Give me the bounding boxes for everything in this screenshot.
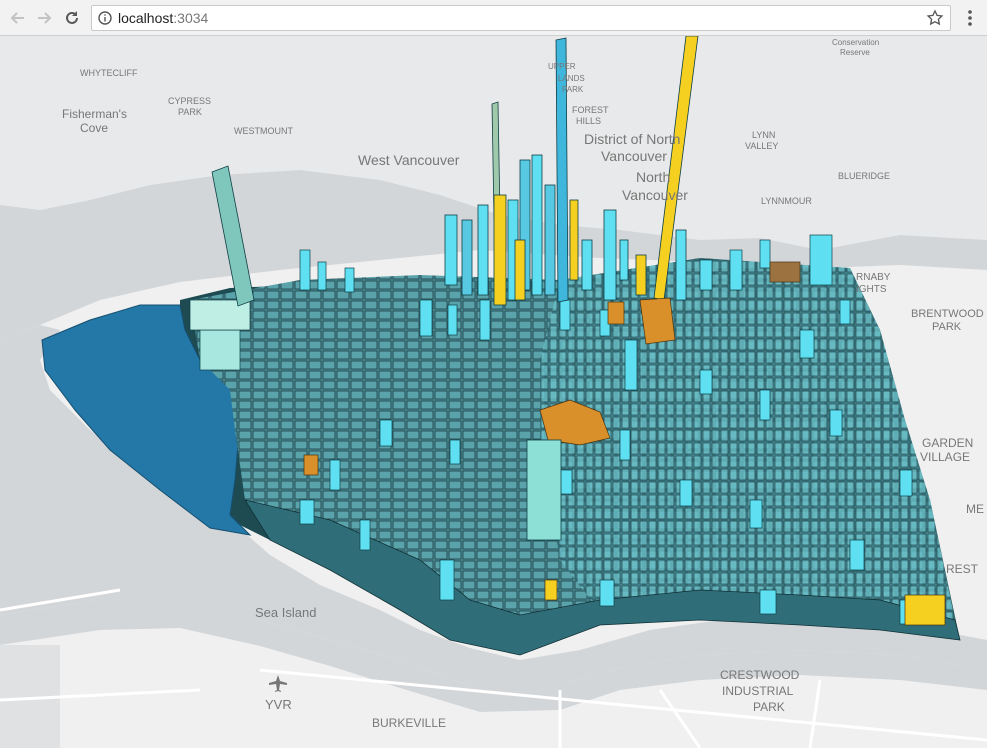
label-lynn: LYNN: [752, 130, 775, 140]
label-burnaby-heights: RNABY: [856, 272, 891, 283]
label-upper-lands-2: LANDS: [558, 74, 585, 83]
label-fishermans: Fisherman's: [62, 107, 127, 121]
label-rest: REST: [946, 562, 979, 576]
url-port: :3034: [173, 10, 209, 26]
label-lynn-valley: VALLEY: [745, 141, 778, 151]
label-crestwood: CRESTWOOD: [720, 668, 800, 682]
label-sea-island: Sea Island: [255, 605, 316, 620]
label-crestwood-industrial: INDUSTRIAL: [722, 684, 794, 698]
reload-button[interactable]: [60, 6, 84, 30]
label-lynnmour: LYNNMOUR: [761, 196, 812, 206]
label-forest-hills: FOREST: [572, 105, 609, 115]
label-west-vancouver: West Vancouver: [358, 152, 460, 168]
label-brentwood-park: PARK: [932, 321, 962, 333]
back-arrow-icon: [10, 12, 24, 24]
label-forest-hills-2: HILLS: [576, 116, 601, 126]
label-blueridge: BLUERIDGE: [838, 171, 890, 181]
label-burnaby-heights-2: IGHTS: [856, 284, 887, 295]
kebab-menu-icon[interactable]: [962, 6, 978, 30]
star-icon[interactable]: [926, 9, 944, 27]
label-cypress-park: PARK: [178, 107, 202, 117]
forward-button[interactable]: [32, 6, 56, 30]
map-svg[interactable]: WHYTECLIFF Fisherman's Cove CYPRESS PARK…: [0, 36, 987, 748]
label-district-north-vancouver: District of North: [584, 131, 680, 147]
forward-arrow-icon: [38, 12, 52, 24]
info-icon[interactable]: [98, 11, 112, 25]
pale-block: [526, 439, 562, 541]
label-district-north-vancouver-2: Vancouver: [601, 148, 667, 164]
label-cypress: CYPRESS: [168, 96, 211, 106]
label-yvr: YVR: [265, 697, 292, 712]
label-reserve: Reserve: [840, 48, 870, 57]
label-north-vancouver: Vancouver: [622, 187, 688, 203]
label-westmount: WESTMOUNT: [234, 126, 293, 136]
url-text[interactable]: localhost:3034: [118, 10, 208, 26]
label-brentwood: BRENTWOOD: [911, 308, 984, 320]
label-upper-lands: UPPER: [548, 62, 576, 71]
label-garden: GARDEN: [922, 436, 973, 450]
label-upper-lands-3: PARK: [562, 85, 584, 94]
label-me: ME: [966, 502, 984, 516]
label-north: North: [636, 169, 670, 185]
reload-icon: [66, 11, 78, 24]
label-whytecliff: WHYTECLIFF: [80, 68, 138, 78]
label-cove: Cove: [80, 121, 108, 135]
map-canvas[interactable]: WHYTECLIFF Fisherman's Cove CYPRESS PARK…: [0, 36, 987, 748]
address-bar[interactable]: localhost:3034: [91, 5, 951, 31]
label-crestwood-park: PARK: [753, 700, 785, 714]
label-garden-village: VILLAGE: [920, 450, 970, 464]
browser-toolbar: localhost:3034: [0, 0, 987, 36]
label-conservation: Conservation: [832, 38, 879, 47]
back-button[interactable]: [6, 6, 30, 30]
url-host: localhost: [118, 10, 174, 26]
label-burkeville: BURKEVILLE: [372, 716, 446, 730]
